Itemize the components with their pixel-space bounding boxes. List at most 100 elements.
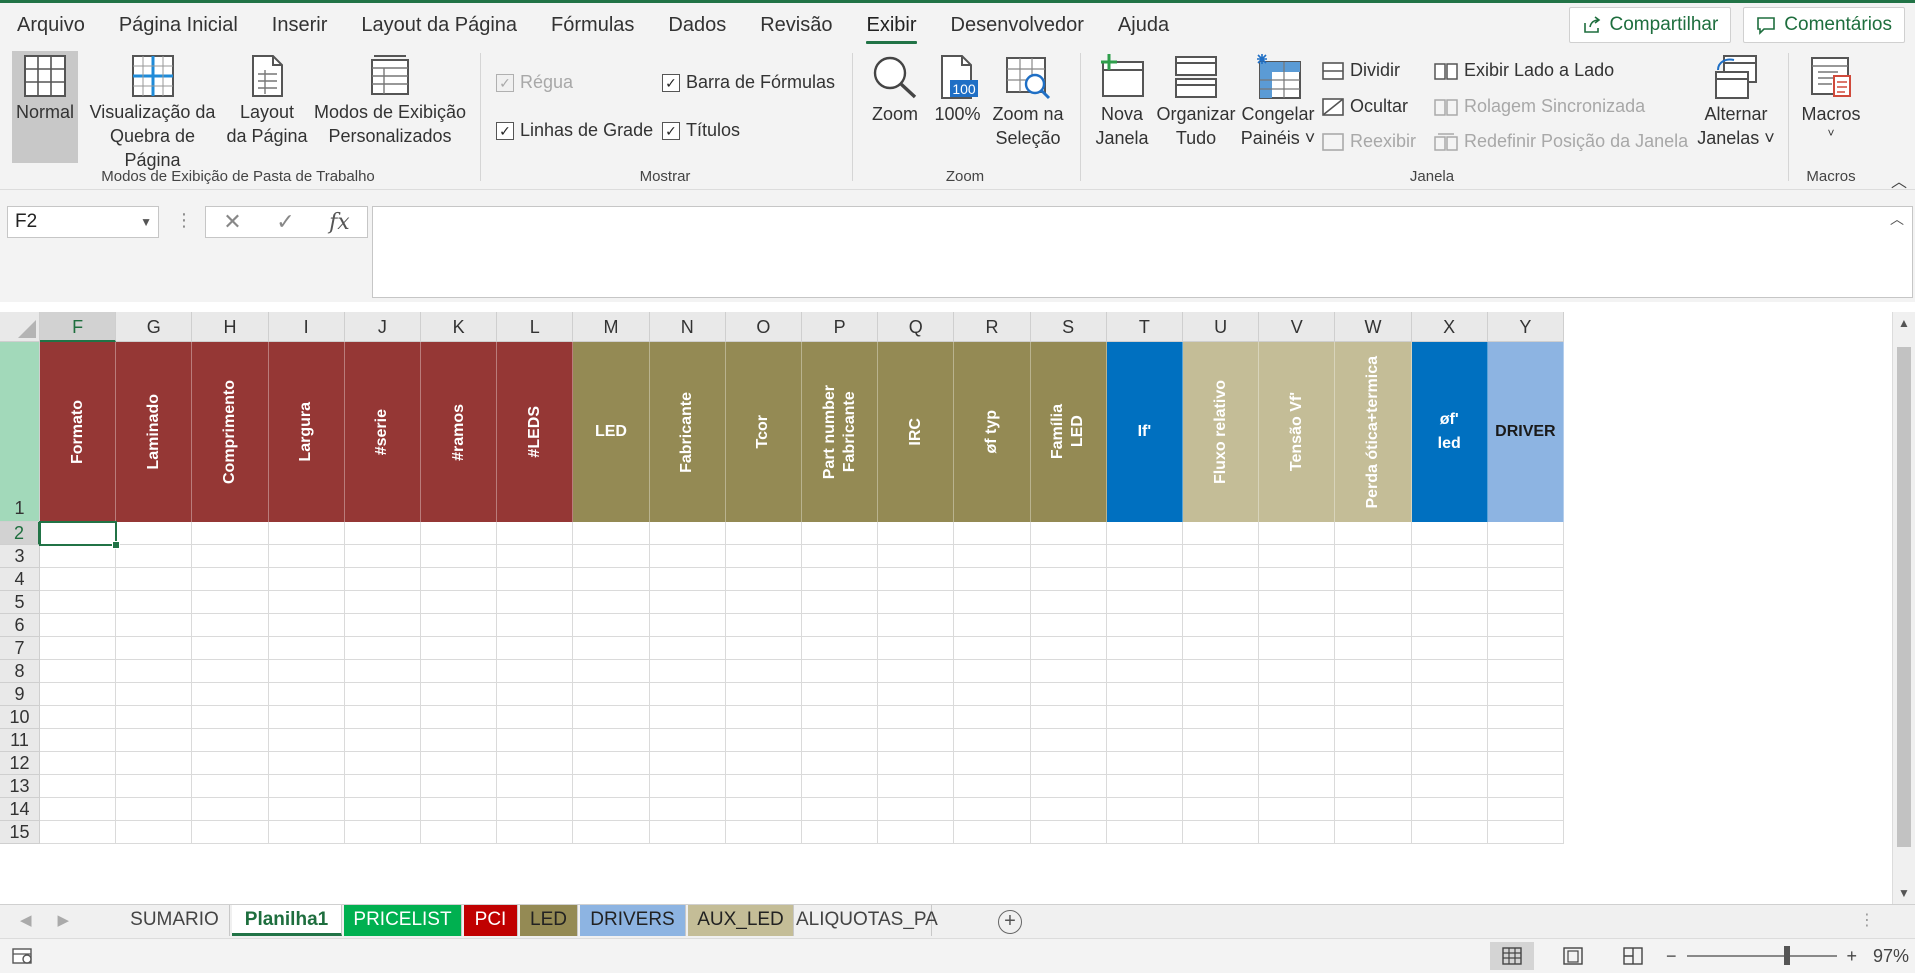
cell-l11[interactable] (497, 729, 574, 752)
cell-m7[interactable] (573, 637, 650, 660)
column-header-l[interactable]: L (497, 312, 574, 342)
unhide-button[interactable]: Reexibir (1322, 131, 1416, 152)
collapse-ribbon-icon[interactable]: ︿ (1891, 168, 1907, 192)
cell-k10[interactable] (421, 706, 498, 729)
hide-button[interactable]: Ocultar (1322, 96, 1408, 117)
cell-w11[interactable] (1335, 729, 1412, 752)
menu-desenvolvedor[interactable]: Desenvolvedor (934, 3, 1101, 47)
cell-o5[interactable] (725, 591, 802, 614)
row-header-6[interactable]: 6 (0, 614, 40, 637)
cell-x11[interactable] (1411, 729, 1488, 752)
cell-p7[interactable] (802, 637, 879, 660)
cell-o9[interactable] (725, 683, 802, 706)
cell-r7[interactable] (954, 637, 1031, 660)
cell-g8[interactable] (116, 660, 193, 683)
cell-n12[interactable] (649, 752, 726, 775)
cell-j7[interactable] (344, 637, 421, 660)
cell-r8[interactable] (954, 660, 1031, 683)
macro-record-icon[interactable] (12, 947, 34, 970)
sheet-tab-planilha1[interactable]: Planilha1 (232, 905, 342, 936)
cell-v10[interactable] (1259, 706, 1336, 729)
cell-n4[interactable] (649, 568, 726, 591)
cell-n11[interactable] (649, 729, 726, 752)
cell-m8[interactable] (573, 660, 650, 683)
cell-q8[interactable] (878, 660, 955, 683)
cell-k6[interactable] (421, 614, 498, 637)
header-cell-w1[interactable]: Perda ótica+termica (1335, 342, 1412, 522)
cell-v7[interactable] (1259, 637, 1336, 660)
cell-k9[interactable] (421, 683, 498, 706)
cell-u10[interactable] (1183, 706, 1260, 729)
cell-u4[interactable] (1183, 568, 1260, 591)
cell-w5[interactable] (1335, 591, 1412, 614)
cell-f3[interactable] (40, 545, 117, 568)
cell-s6[interactable] (1030, 614, 1107, 637)
new-window-button[interactable]: Nova Janela (1090, 54, 1154, 150)
cell-q3[interactable] (878, 545, 955, 568)
scrollbar-thumb[interactable] (1897, 347, 1911, 847)
cell-x14[interactable] (1411, 798, 1488, 821)
cell-u8[interactable] (1183, 660, 1260, 683)
cell-k14[interactable] (421, 798, 498, 821)
header-cell-g1[interactable]: Laminado (116, 342, 193, 522)
formula-input[interactable]: ︿ (372, 206, 1913, 298)
row-header-2[interactable]: 2 (0, 522, 40, 545)
cell-l2[interactable] (497, 522, 574, 545)
cell-x7[interactable] (1411, 637, 1488, 660)
cell-n2[interactable] (649, 522, 726, 545)
header-cell-r1[interactable]: øf typ (954, 342, 1031, 522)
cell-y11[interactable] (1487, 729, 1564, 752)
cell-m13[interactable] (573, 775, 650, 798)
cell-g2[interactable] (116, 522, 193, 545)
column-header-q[interactable]: Q (878, 312, 955, 342)
next-sheet-icon[interactable]: ▶ (58, 911, 70, 929)
page-layout-status-button[interactable] (1551, 942, 1595, 970)
cell-s15[interactable] (1030, 821, 1107, 844)
cell-g13[interactable] (116, 775, 193, 798)
insert-function-icon[interactable]: fx (329, 210, 350, 235)
cell-u6[interactable] (1183, 614, 1260, 637)
row-header-7[interactable]: 7 (0, 637, 40, 660)
menu-dados[interactable]: Dados (651, 3, 743, 47)
cell-i12[interactable] (268, 752, 345, 775)
cell-h6[interactable] (192, 614, 269, 637)
cell-p11[interactable] (802, 729, 879, 752)
cell-o10[interactable] (725, 706, 802, 729)
cell-s7[interactable] (1030, 637, 1107, 660)
cell-x13[interactable] (1411, 775, 1488, 798)
sheet-tab-pci[interactable]: PCI (464, 905, 518, 936)
cell-x2[interactable] (1411, 522, 1488, 545)
cell-l12[interactable] (497, 752, 574, 775)
cell-i14[interactable] (268, 798, 345, 821)
cell-m11[interactable] (573, 729, 650, 752)
cell-q7[interactable] (878, 637, 955, 660)
cell-w9[interactable] (1335, 683, 1412, 706)
cell-t2[interactable] (1106, 522, 1183, 545)
cell-m12[interactable] (573, 752, 650, 775)
cell-y8[interactable] (1487, 660, 1564, 683)
cell-t10[interactable] (1106, 706, 1183, 729)
cell-j12[interactable] (344, 752, 421, 775)
gridlines-checkbox[interactable]: ✓ Linhas de Grade (496, 120, 653, 141)
column-header-g[interactable]: G (116, 312, 193, 342)
cell-o7[interactable] (725, 637, 802, 660)
cell-n15[interactable] (649, 821, 726, 844)
menu-ajuda[interactable]: Ajuda (1101, 3, 1186, 47)
column-header-y[interactable]: Y (1487, 312, 1564, 342)
cell-i5[interactable] (268, 591, 345, 614)
split-button[interactable]: Dividir (1322, 60, 1400, 81)
cell-w7[interactable] (1335, 637, 1412, 660)
cell-s8[interactable] (1030, 660, 1107, 683)
column-header-m[interactable]: M (573, 312, 650, 342)
cell-o3[interactable] (725, 545, 802, 568)
active-cell-selection[interactable] (39, 521, 121, 549)
cell-q13[interactable] (878, 775, 955, 798)
column-header-u[interactable]: U (1183, 312, 1260, 342)
previous-sheet-icon[interactable]: ◀ (20, 911, 32, 929)
sheet-tab-pricelist[interactable]: PRICELIST (344, 905, 462, 936)
cell-o4[interactable] (725, 568, 802, 591)
cell-r11[interactable] (954, 729, 1031, 752)
cell-y6[interactable] (1487, 614, 1564, 637)
cell-s4[interactable] (1030, 568, 1107, 591)
tabs-grip-icon[interactable]: ⋮ (1859, 910, 1875, 930)
